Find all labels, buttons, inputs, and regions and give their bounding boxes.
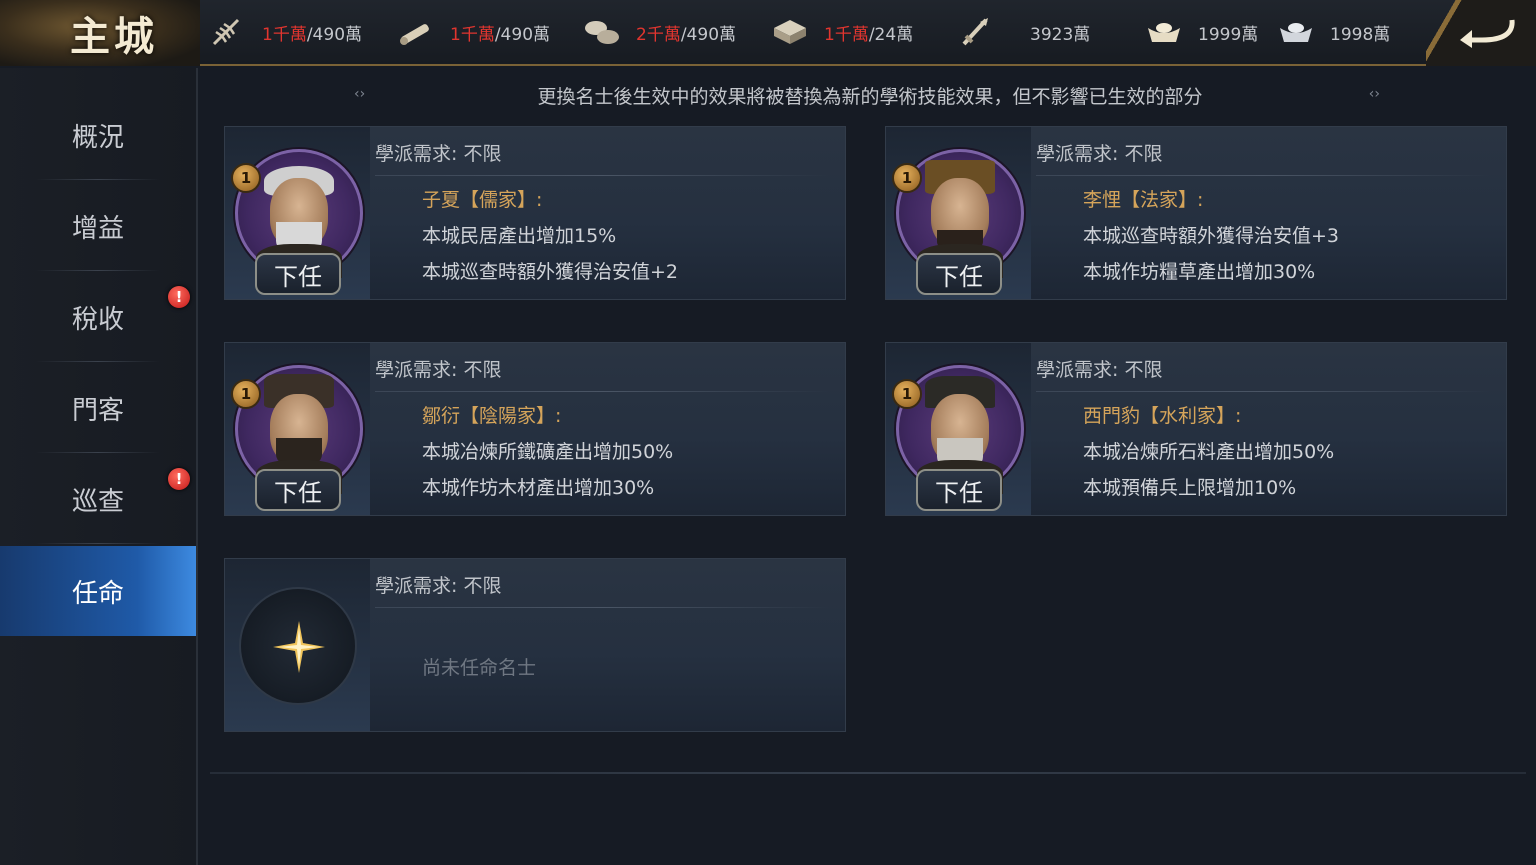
top-bar: 主城 1千萬/490萬 1千萬/490萬 2千萬/490萬 1千萬/24萬 39… (0, 0, 1536, 66)
scholar-card: 1 下任 學派需求: 不限 鄒衍【陰陽家】: 本城冶煉所鐵礦產出增加50% 本城… (224, 342, 846, 516)
troops-value: 3923萬 (1030, 24, 1091, 45)
sidebar-item-patrol[interactable]: 巡查 ! (0, 454, 196, 544)
sidebar-item-label: 門客 (71, 395, 124, 426)
skill-effect: 本城民居產出增加15% (422, 225, 617, 247)
dismiss-button[interactable]: 下任 (916, 253, 1002, 295)
sidebar-item-appoint[interactable]: 任命 (0, 546, 196, 636)
skill-effect: 本城巡查時額外獲得治安值+3 (1083, 225, 1340, 247)
notice-text: 更換名士後生效中的效果將被替換為新的學術技能效果，但不影響已生效的部分 (537, 85, 1203, 108)
iron-current: 1千萬 (824, 24, 869, 45)
resource-wood: 1千萬/490萬 (396, 14, 550, 50)
dismiss-button[interactable]: 下任 (255, 469, 341, 511)
skill-name: 西門豹【水利家】: (1083, 405, 1242, 427)
school-requirement: 學派需求: 不限 (1036, 359, 1163, 381)
dismiss-button[interactable]: 下任 (916, 469, 1002, 511)
appoint-slot[interactable] (239, 587, 357, 705)
sidebar-item-overview[interactable]: 概況 (0, 90, 196, 180)
sidebar-item-label: 稅收 (71, 304, 124, 335)
scholar-card: 1 下任 學派需求: 不限 李悝【法家】: 本城巡查時額外獲得治安值+3 本城作… (885, 126, 1507, 300)
scholar-card: 1 下任 學派需求: 不限 子夏【儒家】: 本城民居產出增加15% 本城巡查時額… (224, 126, 846, 300)
resource-gold: 1999萬 (1144, 14, 1258, 50)
title-badge: 主城 (0, 0, 200, 66)
resource-troops: 3923萬 (956, 14, 1090, 50)
troops-icon (956, 16, 996, 48)
page-title: 主城 (70, 13, 158, 60)
scholar-card: 1 下任 學派需求: 不限 西門豹【水利家】: 本城冶煉所石料產出增加50% 本… (885, 342, 1507, 516)
skill-name: 鄒衍【陰陽家】: (422, 405, 562, 427)
sidebar-item-buffs[interactable]: 增益 (0, 181, 196, 271)
silver-value: 1998萬 (1330, 24, 1391, 45)
resource-iron: 1千萬/24萬 (770, 14, 913, 50)
return-arrow-icon (1460, 19, 1515, 48)
empty-slot-text: 尚未任命名士 (422, 657, 537, 679)
skill-effect: 本城巡查時額外獲得治安值+2 (422, 261, 679, 283)
skill-effect: 本城冶煉所鐵礦產出增加50% (422, 441, 674, 463)
school-requirement: 學派需求: 不限 (1036, 143, 1163, 165)
divider (210, 772, 1526, 774)
gold-ingot-icon (1144, 16, 1184, 48)
sidebar: 概況 增益 稅收 ! 門客 巡查 ! 任命 (0, 68, 198, 865)
notice-bar: ‹› 更換名士後生效中的效果將被替換為新的學術技能效果，但不影響已生效的部分 ‹… (340, 80, 1400, 110)
notice-right-ornament-icon: ‹› (1368, 86, 1380, 102)
sidebar-item-label: 巡查 (71, 486, 124, 517)
plus-icon (273, 621, 325, 673)
skill-effect: 本城冶煉所石料產出增加50% (1083, 441, 1335, 463)
resource-grain: 1千萬/490萬 (208, 14, 362, 50)
sidebar-item-retainers[interactable]: 門客 (0, 363, 196, 453)
alert-icon: ! (168, 468, 190, 490)
return-button[interactable] (1426, 0, 1536, 66)
skill-name: 李悝【法家】: (1083, 189, 1204, 211)
grain-cap: /490萬 (306, 24, 363, 45)
empty-scholar-card: 學派需求: 不限 尚未任命名士 (224, 558, 846, 732)
level-badge: 1 (892, 379, 922, 409)
sidebar-item-label: 增益 (71, 213, 124, 244)
wood-cap: /490萬 (494, 24, 551, 45)
sidebar-item-label: 概況 (71, 122, 124, 153)
level-badge: 1 (231, 163, 261, 193)
level-badge: 1 (231, 379, 261, 409)
stone-cap: /490萬 (680, 24, 737, 45)
sidebar-item-taxes[interactable]: 稅收 ! (0, 272, 196, 362)
gold-value: 1999萬 (1198, 24, 1259, 45)
alert-icon: ! (168, 286, 190, 308)
school-requirement: 學派需求: 不限 (375, 575, 502, 597)
skill-effect: 本城作坊木材產出增加30% (422, 477, 655, 499)
resource-stone: 2千萬/490萬 (582, 14, 736, 50)
grain-current: 1千萬 (262, 24, 307, 45)
grain-icon (208, 16, 248, 48)
wood-icon (396, 16, 436, 48)
silver-ingot-icon (1276, 16, 1316, 48)
wood-current: 1千萬 (450, 24, 495, 45)
iron-icon (770, 16, 810, 48)
notice-left-ornament-icon: ‹› (354, 86, 366, 102)
resource-silver: 1998萬 (1276, 14, 1390, 50)
school-requirement: 學派需求: 不限 (375, 143, 502, 165)
stone-current: 2千萬 (636, 24, 681, 45)
dismiss-button[interactable]: 下任 (255, 253, 341, 295)
sidebar-item-label: 任命 (71, 578, 124, 609)
level-badge: 1 (892, 163, 922, 193)
skill-name: 子夏【儒家】: (422, 189, 543, 211)
school-requirement: 學派需求: 不限 (375, 359, 502, 381)
skill-effect: 本城預備兵上限增加10% (1083, 477, 1297, 499)
iron-cap: /24萬 (868, 24, 914, 45)
skill-effect: 本城作坊糧草產出增加30% (1083, 261, 1316, 283)
stone-icon (582, 16, 622, 48)
